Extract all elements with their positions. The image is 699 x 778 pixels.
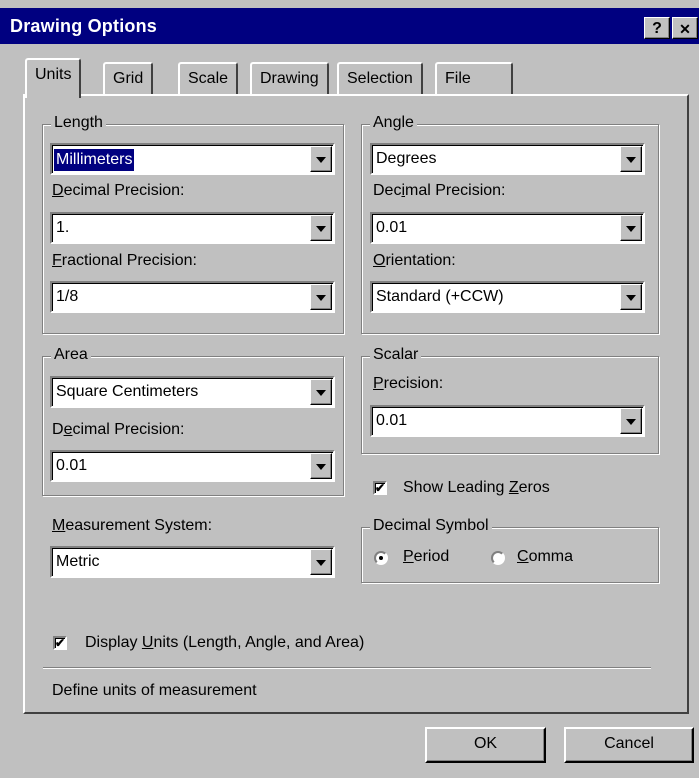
- length-units-value: Millimeters: [54, 149, 135, 171]
- dropdown-arrow-icon[interactable]: [310, 146, 332, 172]
- area-decimal-select[interactable]: 0.01: [50, 450, 335, 482]
- separator: [43, 667, 651, 669]
- length-fractional-label: Fractional Precision:: [52, 252, 197, 269]
- window-title: Drawing Options: [10, 16, 157, 36]
- dropdown-arrow-icon[interactable]: [310, 549, 332, 575]
- ok-button[interactable]: OK: [425, 727, 546, 763]
- checkmark-icon: ✔: [375, 481, 386, 495]
- close-button[interactable]: ✕: [672, 17, 698, 39]
- decimal-symbol-group-label: Decimal Symbol: [370, 517, 492, 535]
- area-units-value: Square Centimeters: [56, 383, 199, 400]
- measurement-system-value: Metric: [56, 553, 100, 570]
- area-group-label: Area: [51, 346, 91, 364]
- description-text: Define units of measurement: [52, 682, 257, 699]
- area-decimal-value: 0.01: [56, 457, 88, 474]
- scalar-group-label: Scalar: [370, 346, 422, 364]
- angle-units-value: Degrees: [376, 150, 437, 167]
- dropdown-arrow-icon[interactable]: [620, 146, 642, 172]
- measurement-system-label: Measurement System:: [52, 517, 213, 534]
- angle-orientation-select[interactable]: Standard (+CCW): [370, 281, 645, 313]
- tab-file[interactable]: File: [435, 62, 513, 96]
- length-group-label: Length: [51, 114, 106, 132]
- comma-radio[interactable]: [491, 551, 505, 565]
- area-decimal-label: Decimal Precision:: [52, 421, 185, 438]
- period-label[interactable]: Period: [403, 548, 449, 566]
- tab-selection[interactable]: Selection: [337, 62, 423, 96]
- angle-decimal-label: Decimal Precision:: [373, 182, 506, 199]
- title-bar: Drawing Options ? ✕: [0, 8, 699, 44]
- angle-group-label: Angle: [370, 114, 417, 132]
- length-decimal-value: 1.: [56, 219, 70, 236]
- comma-label[interactable]: Comma: [517, 548, 573, 566]
- cancel-button[interactable]: Cancel: [564, 727, 694, 763]
- display-units-label[interactable]: Display Units (Length, Angle, and Area): [85, 634, 364, 652]
- checkmark-icon: ✔: [55, 636, 66, 650]
- help-button[interactable]: ?: [644, 17, 670, 39]
- show-leading-zeros-checkbox[interactable]: ✔: [373, 481, 387, 495]
- dropdown-arrow-icon[interactable]: [310, 215, 332, 241]
- tab-drawing[interactable]: Drawing: [250, 62, 329, 96]
- show-leading-zeros-label[interactable]: Show Leading Zeros: [403, 479, 550, 497]
- tab-units[interactable]: Units: [25, 58, 82, 98]
- drawing-options-dialog: Drawing Options ? ✕ Units Grid Scale Dra…: [0, 0, 699, 778]
- dropdown-arrow-icon[interactable]: [310, 284, 332, 310]
- dropdown-arrow-icon[interactable]: [310, 453, 332, 479]
- length-decimal-select[interactable]: 1.: [50, 212, 335, 244]
- angle-orientation-label: Orientation:: [373, 252, 456, 269]
- dropdown-arrow-icon[interactable]: [620, 408, 642, 434]
- angle-decimal-select[interactable]: 0.01: [370, 212, 645, 244]
- length-decimal-label: Decimal Precision:: [52, 182, 185, 199]
- tab-grid[interactable]: Grid: [103, 62, 154, 96]
- scalar-precision-value: 0.01: [376, 412, 408, 429]
- length-fractional-select[interactable]: 1/8: [50, 281, 335, 313]
- area-units-select[interactable]: Square Centimeters: [50, 376, 335, 408]
- dropdown-arrow-icon[interactable]: [620, 215, 642, 241]
- dropdown-arrow-icon[interactable]: [620, 284, 642, 310]
- dropdown-arrow-icon[interactable]: [310, 379, 332, 405]
- period-radio[interactable]: [374, 551, 388, 565]
- angle-units-select[interactable]: Degrees: [370, 143, 645, 175]
- angle-decimal-value: 0.01: [376, 219, 408, 236]
- angle-orientation-value: Standard (+CCW): [376, 288, 504, 305]
- scalar-precision-label: Precision:: [373, 375, 444, 392]
- length-units-select[interactable]: Millimeters: [50, 143, 335, 175]
- display-units-checkbox[interactable]: ✔: [53, 636, 67, 650]
- measurement-system-select[interactable]: Metric: [50, 546, 335, 578]
- tab-scale[interactable]: Scale: [178, 62, 239, 96]
- length-fractional-value: 1/8: [56, 288, 79, 305]
- scalar-precision-select[interactable]: 0.01: [370, 405, 645, 437]
